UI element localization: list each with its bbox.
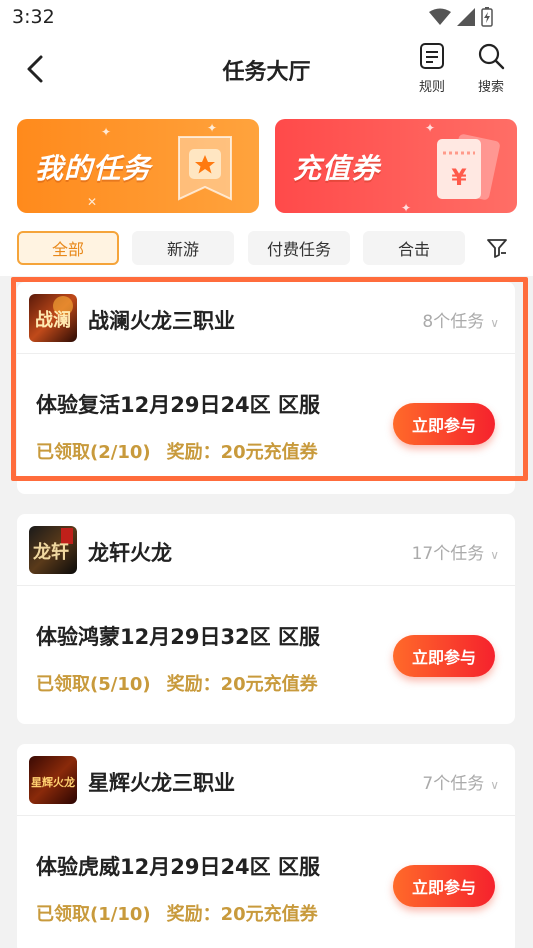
app-header: 任务大厅 规则 搜索 [0, 36, 533, 100]
claimed-count: 已领取(2/10) [36, 442, 151, 463]
filter-tab-all[interactable]: 全部 [17, 231, 119, 265]
my-tasks-banner[interactable]: ✦ ✦ ✕ 我的任务 [17, 119, 259, 213]
search-label: 搜索 [477, 80, 504, 95]
wifi-icon [429, 8, 451, 25]
card-header[interactable]: 战澜 战澜火龙三职业 8个任务 ∨ [17, 282, 515, 354]
rules-label: 规则 [418, 80, 445, 95]
claimed-count: 已领取(5/10) [36, 674, 151, 695]
task-meta: 已领取(5/10) 奖励：20元充值券 [36, 670, 318, 696]
sparkle-icon: ✕ [87, 195, 98, 209]
svg-text:龙轩: 龙轩 [33, 541, 69, 563]
banner-area: ✦ ✦ ✕ 我的任务 ✦ ✦ 充值券 ¥ [0, 100, 533, 220]
task-meta: 已领取(1/10) 奖励：20元充值券 [36, 900, 318, 926]
reward-text: 奖励：20元充值券 [166, 442, 318, 463]
join-button[interactable]: 立即参与 [393, 403, 495, 445]
sparkle-icon: ✦ [101, 125, 112, 139]
search-icon [478, 43, 505, 70]
my-tasks-label: 我的任务 [35, 152, 152, 185]
coupon-banner[interactable]: ✦ ✦ 充值券 ¥ [275, 119, 517, 213]
card-header[interactable]: 星辉火龙 星辉火龙三职业 7个任务 ∨ [17, 744, 515, 816]
filter-tab-new-games[interactable]: 新游 [132, 231, 234, 265]
task-meta: 已领取(2/10) 奖励：20元充值券 [36, 438, 318, 464]
task-title: 体验复活12月29日24区 区服 [36, 393, 320, 417]
battery-icon [481, 7, 493, 27]
task-count[interactable]: 17个任务 ∨ [412, 539, 499, 564]
game-logo: 龙轩 [29, 526, 77, 574]
claimed-count: 已领取(1/10) [36, 904, 151, 925]
reward-text: 奖励：20元充值券 [166, 674, 318, 695]
join-button[interactable]: 立即参与 [393, 635, 495, 677]
game-logo: 战澜 [29, 294, 77, 342]
status-bar: 3:32 [0, 0, 533, 36]
filter-row: 全部 新游 付费任务 合击 [0, 220, 533, 276]
task-title: 体验虎威12月29日24区 区服 [36, 855, 320, 879]
game-logo-art: 战澜 [35, 296, 73, 331]
join-button[interactable]: 立即参与 [393, 865, 495, 907]
star-ticket-icon [178, 136, 232, 201]
game-name: 战澜火龙三职业 [88, 309, 235, 333]
task-count-label: 8个任务 [422, 312, 485, 332]
document-icon [420, 43, 444, 69]
signal-icon [457, 8, 475, 26]
status-icons [429, 7, 493, 27]
game-logo-art: 星辉火龙 [31, 775, 75, 789]
chevron-down-icon: ∨ [490, 778, 499, 792]
rules-button[interactable]: 规则 [412, 42, 452, 95]
filter-icon[interactable] [486, 237, 508, 259]
page-title: 任务大厅 [222, 60, 311, 85]
task-title: 体验鸿蒙12月29日32区 区服 [36, 625, 320, 649]
task-count-label: 7个任务 [422, 774, 485, 794]
game-name: 龙轩火龙 [88, 541, 172, 565]
task-card[interactable]: 战澜 战澜火龙三职业 8个任务 ∨ 体验复活12月29日24区 区服 已领取(2/… [17, 282, 515, 494]
game-logo-art: 龙轩 [33, 528, 73, 563]
svg-text:战澜: 战澜 [35, 309, 71, 331]
sparkle-icon: ✦ [401, 201, 412, 213]
svg-text:¥: ¥ [451, 166, 467, 191]
coupon-label: 充值券 [293, 152, 381, 185]
task-count[interactable]: 8个任务 ∨ [422, 307, 499, 332]
status-time: 3:32 [12, 6, 55, 28]
task-card[interactable]: 星辉火龙 星辉火龙三职业 7个任务 ∨ 体验虎威12月29日24区 区服 已领取(… [17, 744, 515, 948]
filter-tab-heji[interactable]: 合击 [363, 231, 465, 265]
filter-tab-paid-tasks[interactable]: 付费任务 [248, 231, 350, 265]
task-count-label: 17个任务 [411, 544, 485, 564]
svg-text:星辉火龙: 星辉火龙 [31, 775, 75, 789]
reward-text: 奖励：20元充值券 [166, 904, 318, 925]
task-count[interactable]: 7个任务 ∨ [422, 769, 499, 794]
card-header[interactable]: 龙轩 龙轩火龙 17个任务 ∨ [17, 514, 515, 586]
game-logo: 星辉火龙 [29, 756, 77, 804]
yuan-ticket-icon: ¥ [437, 134, 500, 200]
search-button[interactable]: 搜索 [471, 42, 511, 95]
chevron-down-icon: ∨ [490, 548, 499, 562]
chevron-down-icon: ∨ [490, 316, 499, 330]
task-card[interactable]: 龙轩 龙轩火龙 17个任务 ∨ 体验鸿蒙12月29日32区 区服 已领取(5/10… [17, 514, 515, 724]
game-name: 星辉火龙三职业 [88, 771, 235, 795]
